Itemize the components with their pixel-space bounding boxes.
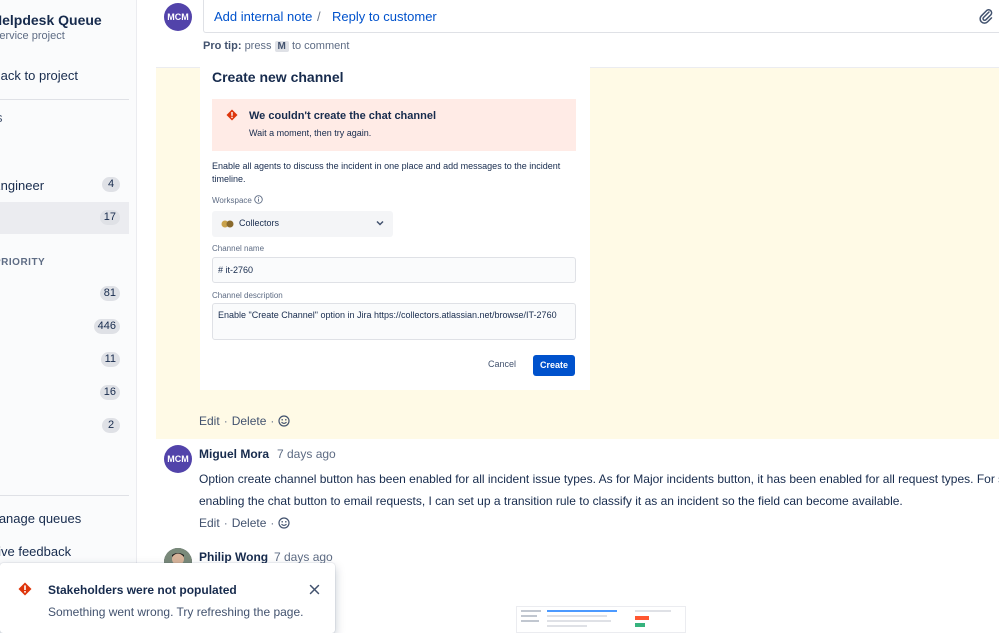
comment-timestamp: 7 days ago xyxy=(277,447,336,461)
sidebar-item-count: 81 xyxy=(99,286,120,301)
sidebar-item-engineer[interactable]: Engineer 4 xyxy=(0,169,129,201)
comment-line: enabling the chat button to email reques… xyxy=(199,494,903,508)
sidebar-item-count: 2 xyxy=(102,418,120,433)
comment-timestamp: 7 days ago xyxy=(274,550,333,564)
channel-description-label: Channel description xyxy=(212,291,283,300)
workspace-label-text: Workspace xyxy=(212,196,252,205)
edit-link[interactable]: Edit xyxy=(199,414,220,428)
comment-author[interactable]: Miguel Mora xyxy=(199,447,269,461)
sidebar-item-count: 4 xyxy=(102,177,120,192)
sidebar-item-selected[interactable]: s 17 xyxy=(0,202,129,234)
manage-queues-link[interactable]: Manage queues xyxy=(0,511,81,526)
give-feedback-link[interactable]: Give feedback xyxy=(0,544,71,559)
sidebar-item-count: 17 xyxy=(99,210,120,225)
sidebar-item-count: 16 xyxy=(99,385,120,400)
comment-editor[interactable]: Add internal note / Reply to customer xyxy=(203,0,999,33)
back-to-project-link[interactable]: Back to project xyxy=(0,68,78,83)
delete-link[interactable]: Delete xyxy=(232,516,267,530)
sidebar: Helpdesk Queue Service project Back to p… xyxy=(0,0,137,633)
error-title: We couldn't create the chat channel xyxy=(249,110,437,122)
error-icon xyxy=(18,582,32,596)
create-button[interactable]: Create xyxy=(533,355,575,376)
comment-line: Option create channel button has been en… xyxy=(199,472,999,486)
action-separator: · xyxy=(270,516,275,530)
sidebar-item-queue[interactable]: 81 xyxy=(0,278,129,310)
add-reaction-icon[interactable] xyxy=(278,517,290,529)
sidebar-item-label: Engineer xyxy=(0,178,45,193)
dialog-description: Enable all agents to discuss the inciden… xyxy=(212,161,561,184)
action-separator: · xyxy=(223,516,228,530)
comment-actions: Edit · Delete · xyxy=(199,516,290,530)
comment-body: Option create channel button has been en… xyxy=(199,468,999,512)
reply-to-customer-link[interactable]: Reply to customer xyxy=(332,9,437,24)
pro-tip-press: press xyxy=(244,40,272,52)
pro-tip: Pro tip: press M to comment xyxy=(203,40,349,52)
toast-message: Something went wrong. Try refreshing the… xyxy=(48,605,304,619)
sidebar-item-count: 11 xyxy=(100,352,120,367)
pro-tip-label: Pro tip: xyxy=(203,40,242,52)
chevron-down-icon xyxy=(376,220,384,226)
error-toast: Stakeholders were not populated Somethin… xyxy=(0,563,335,633)
pro-tip-suffix: to comment xyxy=(291,40,350,52)
add-reaction-icon[interactable] xyxy=(278,415,290,427)
cancel-button[interactable]: Cancel xyxy=(488,359,516,369)
project-title[interactable]: Helpdesk Queue xyxy=(0,12,102,28)
close-icon[interactable] xyxy=(309,584,320,595)
channel-name-input[interactable]: # it-2760 xyxy=(212,257,576,283)
attached-screenshot-create-channel: Create new channel We couldn't create th… xyxy=(200,67,590,390)
workspace-value: Collectors xyxy=(239,218,280,228)
error-message: Wait a moment, then try again. xyxy=(249,128,372,138)
workspace-logo-icon xyxy=(221,220,234,228)
channel-description-input[interactable]: Enable "Create Channel" option in Jira h… xyxy=(212,303,576,340)
sidebar-section-priority: PRIORITY xyxy=(0,257,46,268)
sidebar-divider xyxy=(0,495,129,496)
attachment-icon[interactable] xyxy=(979,7,993,25)
action-separator: · xyxy=(223,414,228,428)
workspace-select[interactable]: Collectors xyxy=(212,211,393,237)
sidebar-item-fragment[interactable]: s xyxy=(0,110,3,125)
action-separator: · xyxy=(270,414,275,428)
toast-title: Stakeholders were not populated xyxy=(48,583,237,597)
sidebar-item-queue[interactable]: 16 xyxy=(0,377,129,409)
sidebar-item-queue[interactable]: s 11 xyxy=(0,344,129,376)
project-subtitle: Service project xyxy=(0,30,65,42)
current-user-avatar: MCM xyxy=(164,3,192,31)
comment-author-avatar: MCM xyxy=(164,445,192,473)
info-icon xyxy=(254,195,263,204)
note-actions: Edit · Delete · xyxy=(199,414,290,428)
error-icon xyxy=(226,109,238,121)
delete-link[interactable]: Delete xyxy=(232,414,267,428)
sidebar-divider xyxy=(0,99,129,100)
comment-author[interactable]: Philip Wong xyxy=(199,550,268,564)
sidebar-item-queue[interactable]: 2 xyxy=(0,410,129,442)
sidebar-item-count: 446 xyxy=(93,319,120,334)
sidebar-item-queue[interactable]: s 446 xyxy=(0,311,129,343)
channel-name-label: Channel name xyxy=(212,244,265,253)
dialog-title: Create new channel xyxy=(212,69,344,85)
workspace-label: Workspace xyxy=(212,195,263,205)
edit-link[interactable]: Edit xyxy=(199,516,220,530)
attachment-thumbnail[interactable] xyxy=(516,606,686,633)
add-internal-note-link[interactable]: Add internal note xyxy=(214,9,312,24)
reply-separator: / xyxy=(317,9,321,24)
keyboard-key: M xyxy=(274,41,289,52)
thumbnail-image-icon xyxy=(517,607,685,632)
error-banner: We couldn't create the chat channel Wait… xyxy=(212,99,576,151)
